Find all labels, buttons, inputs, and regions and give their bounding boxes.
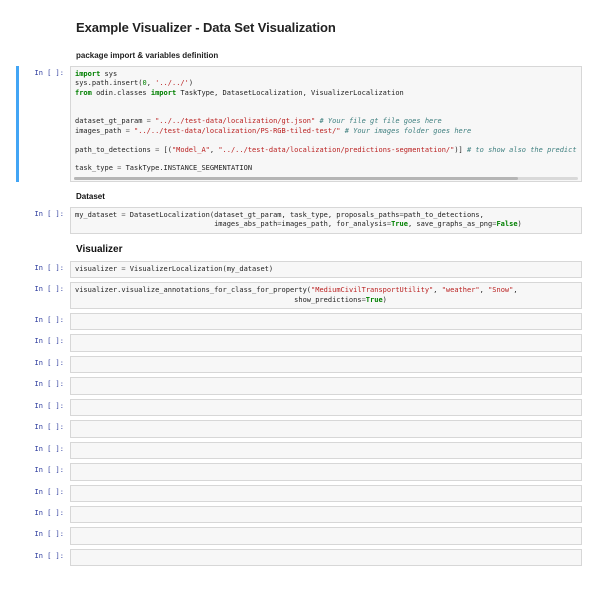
- code-input[interactable]: [70, 549, 582, 566]
- code-cell[interactable]: In [ ]:: [18, 549, 582, 566]
- code-cell[interactable]: In [ ]:: [18, 399, 582, 416]
- cell-prompt: In [ ]:: [18, 506, 70, 523]
- code-text[interactable]: [75, 338, 577, 347]
- scroll-thumb[interactable]: [74, 177, 518, 180]
- cell-prompt: In [ ]:: [18, 399, 70, 416]
- code-text[interactable]: [75, 467, 577, 476]
- code-cell[interactable]: In [ ]:: [18, 420, 582, 437]
- code-input[interactable]: [70, 506, 582, 523]
- code-cell[interactable]: In [ ]:: [18, 377, 582, 394]
- cell-prompt: In [ ]:: [18, 334, 70, 351]
- cell-prompt: In [ ]:: [18, 485, 70, 502]
- code-input[interactable]: my_dataset = DatasetLocalization(dataset…: [70, 207, 582, 234]
- cell-prompt: In [ ]:: [18, 313, 70, 330]
- code-text[interactable]: [75, 446, 577, 455]
- code-input[interactable]: [70, 527, 582, 544]
- cell-prompt: In [ ]:: [18, 377, 70, 394]
- code-cell[interactable]: In [ ]:: [18, 485, 582, 502]
- cell-prompt: In [ ]:: [18, 261, 70, 278]
- code-cell[interactable]: In [ ]: my_dataset = DatasetLocalization(…: [18, 207, 582, 234]
- code-input[interactable]: [70, 420, 582, 437]
- cell-prompt: In [ ]:: [18, 442, 70, 459]
- code-text[interactable]: visualizer.visualize_annotations_for_cla…: [75, 286, 577, 305]
- code-cell[interactable]: In [ ]:: [18, 463, 582, 480]
- code-text[interactable]: [75, 317, 577, 326]
- code-text[interactable]: import sys sys.path.insert(0, '../../') …: [75, 70, 577, 174]
- code-text[interactable]: [75, 360, 577, 369]
- code-input[interactable]: [70, 313, 582, 330]
- code-input[interactable]: [70, 399, 582, 416]
- cell-prompt: In [ ]:: [18, 207, 70, 234]
- code-text[interactable]: visualizer = VisualizerLocalization(my_d…: [75, 265, 577, 274]
- cell-prompt: In [ ]:: [18, 282, 70, 309]
- section-heading: Visualizer: [76, 244, 582, 255]
- page-title: Example Visualizer - Data Set Visualizat…: [76, 20, 582, 35]
- code-text[interactable]: [75, 489, 577, 498]
- code-input[interactable]: [70, 356, 582, 373]
- section-heading: Dataset: [76, 192, 582, 201]
- code-input[interactable]: visualizer.visualize_annotations_for_cla…: [70, 282, 582, 309]
- code-cell[interactable]: In [ ]: visualizer = VisualizerLocalizati…: [18, 261, 582, 278]
- code-cell[interactable]: In [ ]:: [18, 356, 582, 373]
- code-cell[interactable]: In [ ]:: [18, 527, 582, 544]
- cell-prompt: In [ ]:: [18, 527, 70, 544]
- cell-prompt: In [ ]:: [18, 356, 70, 373]
- code-input[interactable]: [70, 377, 582, 394]
- cell-prompt: In [ ]:: [18, 420, 70, 437]
- notebook-page: Example Visualizer - Data Set Visualizat…: [0, 0, 600, 598]
- code-text[interactable]: [75, 553, 577, 562]
- code-text[interactable]: my_dataset = DatasetLocalization(dataset…: [75, 211, 577, 230]
- code-text[interactable]: [75, 403, 577, 412]
- code-text[interactable]: [75, 381, 577, 390]
- cell-prompt: In [ ]:: [18, 463, 70, 480]
- code-cell[interactable]: In [ ]:: [18, 506, 582, 523]
- code-cell[interactable]: In [ ]:: [18, 334, 582, 351]
- code-input[interactable]: import sys sys.path.insert(0, '../../') …: [70, 66, 582, 182]
- code-cell[interactable]: In [ ]:: [18, 442, 582, 459]
- code-input[interactable]: [70, 334, 582, 351]
- code-text[interactable]: [75, 424, 577, 433]
- code-cell[interactable]: In [ ]: visualizer.visualize_annotations_…: [18, 282, 582, 309]
- code-input[interactable]: [70, 485, 582, 502]
- code-cell[interactable]: In [ ]:: [18, 313, 582, 330]
- code-text[interactable]: [75, 531, 577, 540]
- code-text[interactable]: [75, 510, 577, 519]
- horizontal-scrollbar[interactable]: [74, 177, 578, 180]
- code-input[interactable]: [70, 442, 582, 459]
- code-input[interactable]: visualizer = VisualizerLocalization(my_d…: [70, 261, 582, 278]
- cells-container: In [ ]:import sys sys.path.insert(0, '..…: [18, 66, 582, 566]
- notebook-inner: Example Visualizer - Data Set Visualizat…: [0, 20, 600, 566]
- code-cell[interactable]: In [ ]:import sys sys.path.insert(0, '..…: [18, 66, 582, 182]
- cell-prompt: In [ ]:: [18, 66, 70, 182]
- page-subtitle: package import & variables definition: [76, 51, 582, 60]
- code-input[interactable]: [70, 463, 582, 480]
- cell-prompt: In [ ]:: [18, 549, 70, 566]
